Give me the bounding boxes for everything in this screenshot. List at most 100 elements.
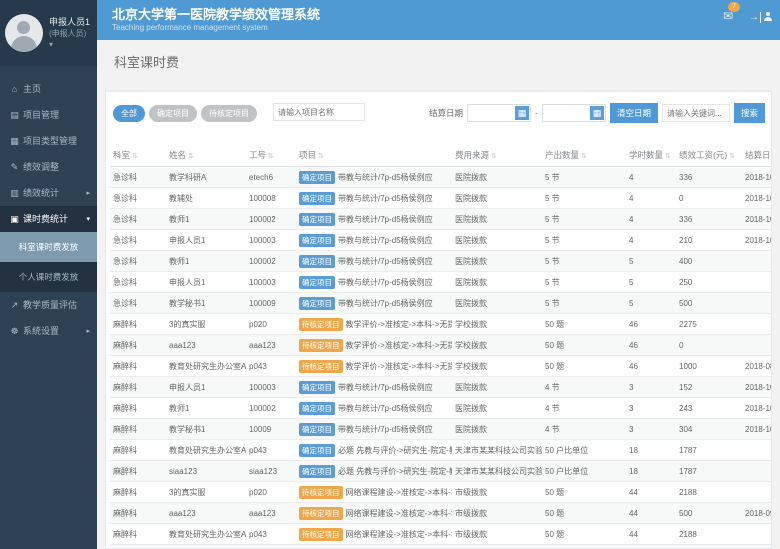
cell-id: p043 — [246, 356, 296, 377]
project-status-badge: 确定项目 — [299, 423, 335, 436]
cell-hours: 46 — [626, 356, 676, 377]
logout-icon: → — [749, 12, 761, 23]
cell-hours: 44 — [626, 503, 676, 524]
user-panel[interactable]: 申报人员1 (申报人员) ▾ — [0, 0, 97, 66]
cell-project: 待核定项目教学评价->准核定->本科->无提侯人 — [296, 314, 452, 335]
table-row: 麻醉科教育处研究生办公室Ap043待核定项目教学评价->准核定->本科->无提侯… — [110, 356, 772, 377]
cell-salary: 2188 — [676, 524, 742, 545]
cell-date: 2018-10-23 00:00:00 — [742, 188, 772, 209]
cell-dept: 急诊科 — [110, 251, 166, 272]
column-label: 姓名 — [169, 150, 186, 160]
column-header-4[interactable]: 费用来源⇅ — [452, 144, 542, 167]
performance-adjustment-icon: ✎ — [9, 154, 20, 180]
column-label: 产出数量 — [545, 150, 579, 160]
sidebar-item-project-management[interactable]: ▤项目管理 — [0, 102, 97, 128]
cell-source: 医院拨款 — [452, 272, 542, 293]
keyword-input[interactable] — [662, 104, 730, 122]
sidebar-item-hour-fee-statistics[interactable]: ▣课时费统计▾ — [0, 206, 97, 232]
cell-salary: 0 — [676, 188, 742, 209]
cell-id: 100009 — [246, 293, 296, 314]
column-header-3[interactable]: 项目⇅ — [296, 144, 452, 167]
cell-output: 50 题 — [542, 335, 626, 356]
cell-project: 确定项目带教与统计/7p-d5杨侯例应 — [296, 230, 452, 251]
filter-pill-1[interactable]: 确定项目 — [149, 105, 197, 122]
hour-fee-statistics-icon: ▣ — [9, 206, 20, 232]
date-end-input[interactable]: ▦ — [542, 104, 606, 122]
date-start-input[interactable]: ▦ — [467, 104, 531, 122]
cell-name: 教学科研A — [166, 167, 246, 188]
column-header-8[interactable]: 结算日期⇅ — [742, 144, 772, 167]
column-header-6[interactable]: 学时数量⇅ — [626, 144, 676, 167]
logout-button[interactable]: → — [749, 7, 772, 25]
cell-salary: 304 — [676, 419, 742, 440]
sidebar-subitem-dept-hour-fee[interactable]: 科室课时费发放 — [0, 232, 97, 262]
cell-id: aaa123 — [246, 503, 296, 524]
cell-dept: 麻醉科 — [110, 314, 166, 335]
sidebar-item-system-settings[interactable]: ☸系统设置▸ — [0, 318, 97, 344]
clear-date-button[interactable]: 清空日期 — [610, 103, 658, 123]
cell-source: 天津市某某科技公司实验项目 — [452, 461, 542, 482]
filter-pill-2[interactable]: 待核定项目 — [201, 105, 257, 122]
column-header-0[interactable]: 科室⇅ — [110, 144, 166, 167]
cell-name: 教师1 — [166, 398, 246, 419]
cell-date: 2018-09-10 00:00:00 — [742, 503, 772, 524]
column-header-5[interactable]: 产出数量⇅ — [542, 144, 626, 167]
page-title: 科室课时费 — [114, 52, 179, 71]
sidebar-item-performance-adjustment[interactable]: ✎绩效调整 — [0, 154, 97, 180]
cell-source: 医院拨款 — [452, 398, 542, 419]
cell-dept: 急诊科 — [110, 167, 166, 188]
cell-date: 2018-10-23 00:00:00 — [742, 377, 772, 398]
table-row: 急诊科教辅处100008确定项目带教与统计/7p-d5杨侯例应医院拨款5 节40… — [110, 188, 772, 209]
project-name-input[interactable] — [273, 103, 365, 121]
sidebar-item-label: 课时费统计 — [23, 214, 68, 224]
avatar — [5, 14, 43, 52]
column-header-2[interactable]: 工号⇅ — [246, 144, 296, 167]
notifications-button[interactable]: ✉ 7 — [723, 7, 733, 25]
date-separator: - — [535, 108, 538, 118]
table-row: 麻醉科3的真实服p020待核定项目教学评价->准核定->本科->无提侯人学校拨款… — [110, 314, 772, 335]
sidebar-subitem-personal-hour-fee[interactable]: 个人课时费发放 — [0, 262, 97, 292]
cell-source: 市级拨款 — [452, 524, 542, 545]
cell-dept: 麻醉科 — [110, 377, 166, 398]
performance-statistics-icon: ▥ — [9, 180, 20, 206]
cell-output: 50 户比单位 — [542, 440, 626, 461]
cell-name: 教育处研究生办公室A — [166, 524, 246, 545]
table-row: 急诊科申报人员1100003确定项目带教与统计/7p-d5杨侯例应医院拨款5 节… — [110, 272, 772, 293]
cell-hours: 4 — [626, 209, 676, 230]
sidebar-item-project-type-management[interactable]: ▦项目类型管理 — [0, 128, 97, 154]
table-row: 急诊科教学科研Aetech6确定项目带教与统计/7p-d5杨侯例应医院拨款5 节… — [110, 167, 772, 188]
cell-dept: 急诊科 — [110, 272, 166, 293]
cell-id: 100002 — [246, 251, 296, 272]
cell-output: 5 节 — [542, 167, 626, 188]
cell-salary: 400 — [676, 251, 742, 272]
cell-project: 待核定项目网络课程建设->准核定->本科->学员 — [296, 482, 452, 503]
cell-project: 待核定项目网络课程建设->准核定->本科->学员 — [296, 503, 452, 524]
sidebar-item-teaching-quality-evaluation[interactable]: ↗教学质量评估 — [0, 292, 97, 318]
cell-date — [742, 251, 772, 272]
sidebar-item-home[interactable]: ⌂主页 — [0, 76, 97, 102]
sidebar-item-label: 项目类型管理 — [23, 136, 77, 146]
user-role[interactable]: (申报人员) ▾ — [49, 28, 92, 50]
sidebar: 申报人员1 (申报人员) ▾ ⌂主页▤项目管理▦项目类型管理✎绩效调整▥绩效统计… — [0, 0, 97, 549]
cell-source: 天津市某某科技公司实验项目 — [452, 545, 542, 549]
cell-date: 2018-08-30 00:00:00 — [742, 356, 772, 377]
search-button[interactable]: 搜索 — [734, 103, 765, 123]
column-header-1[interactable]: 姓名⇅ — [166, 144, 246, 167]
cell-source: 医院拨款 — [452, 293, 542, 314]
cell-hours: 46 — [626, 335, 676, 356]
filter-pill-0[interactable]: 全部 — [113, 105, 145, 122]
sidebar-item-performance-statistics[interactable]: ▥绩效统计▸ — [0, 180, 97, 206]
cell-date: 2018-10-23 00:00:00 — [742, 398, 772, 419]
table-row: 麻醉科教育处研究生办公室Ap043确定项目学生活动->继续教育-院定-学员天津市… — [110, 545, 772, 549]
column-header-7[interactable]: 绩效工资(元)⇅ — [676, 144, 742, 167]
cell-salary: 2188 — [676, 482, 742, 503]
cell-date — [742, 335, 772, 356]
cell-name: 教师1 — [166, 251, 246, 272]
cell-salary: 1000 — [676, 356, 742, 377]
table-row: 麻醉科教育处研究生办公室Ap043确定项目必题 先教与评价->研究生-院定-教师… — [110, 440, 772, 461]
system-settings-icon: ☸ — [9, 318, 20, 344]
avatar-head-shape — [17, 21, 30, 34]
user-icon — [764, 12, 772, 20]
cell-salary: 243 — [676, 398, 742, 419]
cell-id: 10009 — [246, 419, 296, 440]
